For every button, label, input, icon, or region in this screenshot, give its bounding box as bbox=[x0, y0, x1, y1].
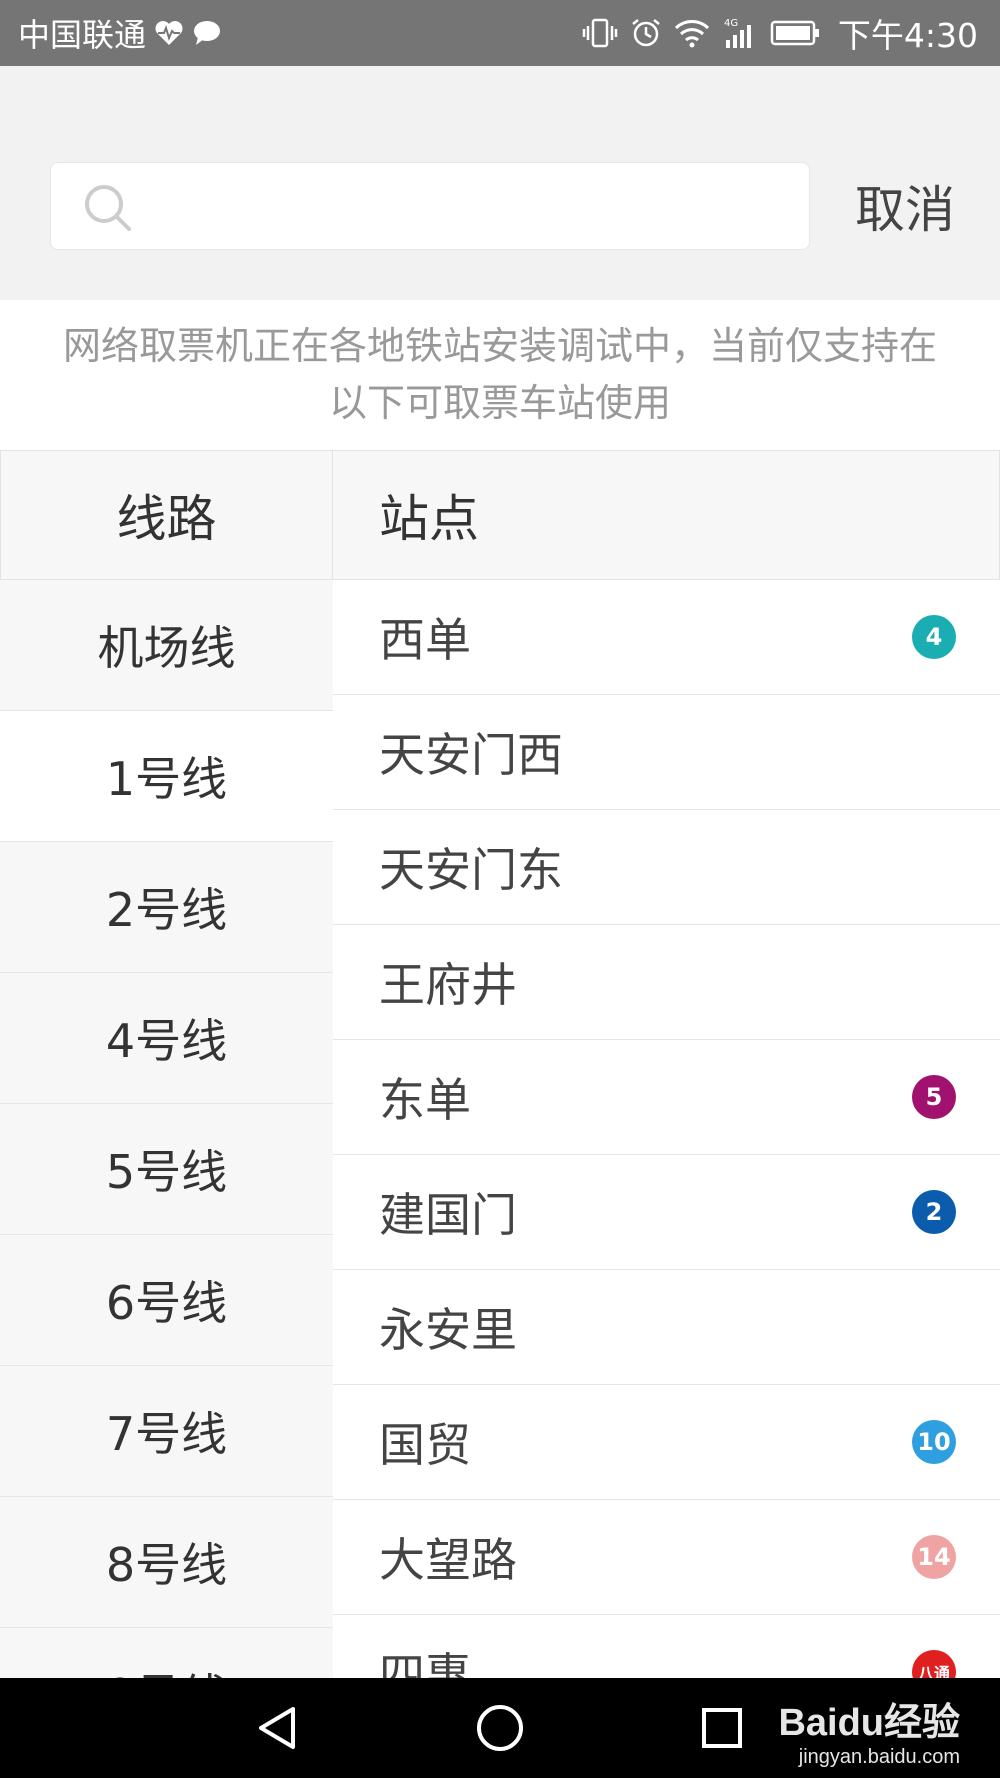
battery-icon bbox=[770, 19, 820, 47]
transfer-line-badge: 10 bbox=[912, 1420, 956, 1464]
carrier-name: 中国联通 bbox=[18, 16, 147, 54]
heartbeat-icon bbox=[154, 19, 184, 47]
station-name: 王府井 bbox=[379, 958, 517, 1012]
line-item-line-4[interactable]: 4号线 bbox=[0, 973, 333, 1104]
station-name: 东单 bbox=[379, 1073, 471, 1127]
search-header: 取消 bbox=[0, 66, 1000, 300]
station-item[interactable]: 大望路 14 bbox=[333, 1500, 1000, 1615]
status-bar: 中国联通 4G 下午4:30 bbox=[0, 0, 1000, 66]
transfer-line-badge: 5 bbox=[912, 1075, 956, 1119]
recent-apps-square-icon bbox=[702, 1708, 742, 1748]
line-item-line-9[interactable]: 9号线 bbox=[0, 1628, 333, 1678]
station-item[interactable]: 东单 5 bbox=[333, 1040, 1000, 1155]
status-bar-right: 4G 下午4:30 bbox=[582, 0, 978, 66]
stations-column-header: 站点 bbox=[333, 450, 1000, 580]
station-item[interactable]: 国贸 10 bbox=[333, 1385, 1000, 1500]
transfer-line-badge: 4 bbox=[912, 615, 956, 659]
navigation-bar: Baidu经验 jingyan.baidu.com bbox=[0, 1678, 1000, 1778]
line-list[interactable]: 机场线 1号线 2号线 4号线 5号线 6号线 7号线 8号线 9号线 bbox=[0, 580, 333, 1678]
status-bar-left: 中国联通 bbox=[18, 0, 222, 66]
watermark-sub: jingyan.baidu.com bbox=[798, 1746, 960, 1768]
station-name: 天安门西 bbox=[379, 728, 563, 782]
station-name: 四惠 bbox=[379, 1648, 471, 1678]
search-icon bbox=[81, 181, 135, 235]
notice-banner: 网络取票机正在各地铁站安装调试中，当前仅支持在以下可取票车站使用 bbox=[0, 300, 1000, 450]
station-name: 永安里 bbox=[379, 1303, 517, 1357]
station-item[interactable]: 天安门东 bbox=[333, 810, 1000, 925]
lines-column-header: 线路 bbox=[0, 450, 333, 580]
message-icon bbox=[192, 19, 222, 47]
network-type-label: 4G bbox=[724, 18, 738, 29]
watermark-main: Baidu经验 bbox=[778, 1702, 960, 1744]
station-name: 天安门东 bbox=[379, 843, 563, 897]
back-button[interactable] bbox=[248, 1698, 308, 1758]
line-item-line-1[interactable]: 1号线 bbox=[0, 711, 333, 842]
line-item-line-2[interactable]: 2号线 bbox=[0, 842, 333, 973]
search-input[interactable] bbox=[151, 173, 791, 239]
line-item-airport-express[interactable]: 机场线 bbox=[0, 580, 333, 711]
station-item[interactable]: 四惠 八通 bbox=[333, 1615, 1000, 1678]
station-name: 建国门 bbox=[379, 1188, 517, 1242]
transfer-line-badge: 2 bbox=[912, 1190, 956, 1234]
search-box[interactable] bbox=[50, 162, 810, 250]
station-list[interactable]: 西单 4 天安门西 天安门东 王府井 东单 5 建国门 2 永安里 国贸 10 … bbox=[333, 580, 1000, 1678]
transfer-line-badge: 14 bbox=[912, 1535, 956, 1579]
line-item-line-6[interactable]: 6号线 bbox=[0, 1235, 333, 1366]
home-circle-icon bbox=[477, 1705, 523, 1751]
vibrate-icon bbox=[582, 17, 618, 49]
line-item-line-5[interactable]: 5号线 bbox=[0, 1104, 333, 1235]
station-name: 国贸 bbox=[379, 1418, 471, 1472]
home-button[interactable] bbox=[470, 1698, 530, 1758]
station-item[interactable]: 西单 4 bbox=[333, 580, 1000, 695]
station-name: 西单 bbox=[379, 613, 471, 667]
station-item[interactable]: 建国门 2 bbox=[333, 1155, 1000, 1270]
line-item-line-8[interactable]: 8号线 bbox=[0, 1497, 333, 1628]
alarm-icon bbox=[630, 17, 662, 49]
watermark: Baidu经验 jingyan.baidu.com bbox=[778, 1688, 960, 1772]
notice-text: 网络取票机正在各地铁站安装调试中，当前仅支持在以下可取票车站使用 bbox=[62, 324, 937, 425]
cancel-button[interactable]: 取消 bbox=[840, 176, 970, 239]
station-item[interactable]: 永安里 bbox=[333, 1270, 1000, 1385]
back-triangle-icon bbox=[259, 1707, 295, 1749]
transfer-line-badge: 八通 bbox=[912, 1650, 956, 1678]
wifi-icon bbox=[674, 18, 710, 48]
line-item-line-7[interactable]: 7号线 bbox=[0, 1366, 333, 1497]
station-item[interactable]: 天安门西 bbox=[333, 695, 1000, 810]
clock: 下午4:30 bbox=[837, 16, 978, 55]
recent-apps-button[interactable] bbox=[692, 1698, 752, 1758]
station-item[interactable]: 王府井 bbox=[333, 925, 1000, 1040]
signal-icon: 4G bbox=[722, 16, 758, 50]
station-name: 大望路 bbox=[379, 1533, 517, 1587]
